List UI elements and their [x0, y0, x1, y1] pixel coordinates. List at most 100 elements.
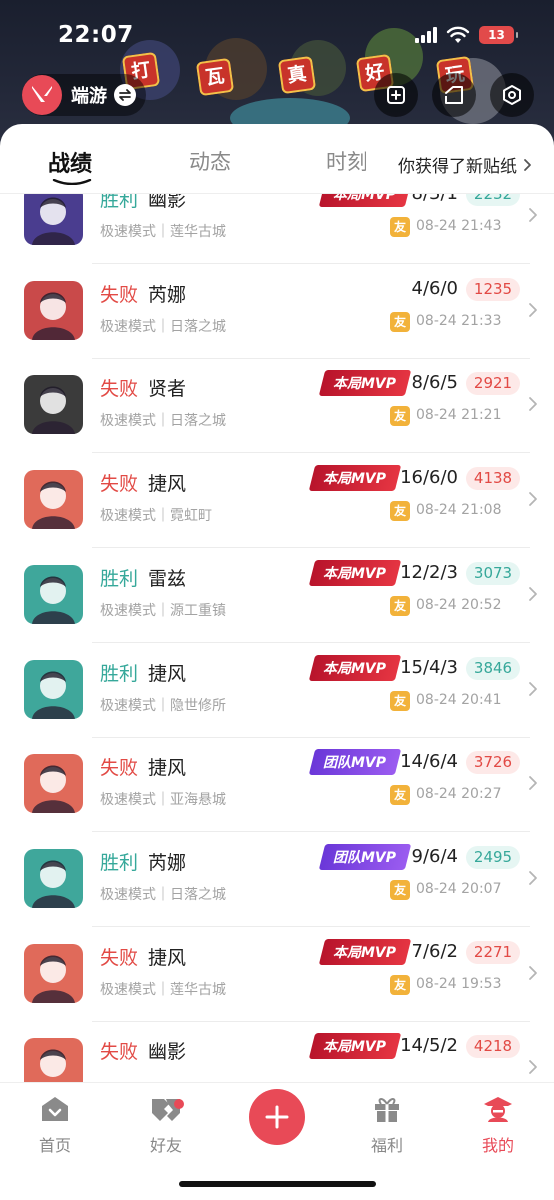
team-mvp-badge: 团队MVP [318, 843, 412, 870]
match-mode-map: 极速模式｜莲华古城 [100, 981, 226, 998]
share-button[interactable] [432, 73, 476, 117]
nav-profile[interactable]: 我的 [468, 1095, 528, 1156]
kda-stat: 14/6/4 [400, 751, 458, 773]
mvp-label: 本局MVP [323, 471, 387, 488]
tab-feed[interactable]: 动态 [189, 146, 231, 176]
chevron-right-icon [529, 776, 537, 791]
match-time: 08-24 21:08 [416, 502, 502, 519]
match-row[interactable]: 失败 幽影 本局MVP 14/5/2 4218 [0, 1022, 554, 1082]
match-mvp-badge: 本局MVP [318, 938, 412, 965]
match-row[interactable]: 失败 捷风 极速模式｜霓虹町 本局MVP 16/6/0 4138 友 08-24 21:08 [0, 454, 554, 549]
nav-profile-label: 我的 [481, 1136, 514, 1155]
match-mode-map: 极速模式｜亚海悬城 [100, 792, 226, 809]
match-mvp-badge: 本局MVP [308, 465, 402, 492]
valorant-logo-icon [22, 75, 62, 115]
agent-avatar [24, 848, 83, 908]
friend-badge: 友 [390, 879, 410, 900]
mvp-label: 本局MVP [323, 1039, 387, 1056]
match-result: 失败 [100, 946, 139, 969]
tab-match-history[interactable]: 战绩 [48, 146, 92, 178]
friend-badge: 友 [390, 785, 410, 806]
agent-avatar [24, 659, 83, 719]
team-mvp-badge: 团队MVP [308, 749, 402, 776]
match-result: 失败 [100, 757, 139, 780]
cellular-signal-icon [415, 27, 437, 43]
match-time: 08-24 21:33 [416, 312, 502, 329]
settings-hexagon-icon [503, 85, 521, 105]
agent-name: 幽影 [148, 194, 187, 211]
create-button[interactable] [249, 1089, 305, 1145]
match-mvp-badge: 本局MVP [308, 654, 402, 681]
match-result: 胜利 [100, 194, 139, 211]
sticker-notice[interactable]: 你获得了新贴纸 [398, 152, 532, 177]
match-result: 胜利 [100, 851, 139, 874]
match-time: 08-24 20:52 [416, 596, 502, 613]
status-time: 22:07 [58, 22, 134, 48]
nav-rewards-label: 福利 [370, 1136, 403, 1155]
game-switcher[interactable]: 端游 [22, 74, 146, 116]
match-time: 08-24 21:21 [416, 407, 502, 424]
match-mode-map: 极速模式｜日落之城 [100, 318, 226, 335]
banner-tag: 瓦 [195, 57, 235, 97]
banner-tag: 真 [277, 55, 317, 95]
match-row[interactable]: 失败 捷风 极速模式｜莲华古城 本局MVP 7/6/2 2271 友 08-24 19:53 [0, 928, 554, 1022]
kda-stat: 12/2/3 [400, 561, 458, 583]
chevron-right-icon [529, 397, 537, 412]
tab-active-indicator [52, 179, 92, 185]
wifi-icon [446, 26, 470, 43]
match-time: 08-24 20:41 [416, 691, 502, 708]
match-score: 2271 [466, 940, 520, 964]
chevron-right-icon [529, 302, 537, 317]
settings-button[interactable] [490, 73, 534, 117]
match-score: 3846 [466, 656, 520, 680]
match-row[interactable]: 失败 芮娜 极速模式｜日落之城 4/6/0 1235 友 08-24 21:33 [0, 265, 554, 359]
nav-home[interactable]: 首页 [25, 1095, 85, 1156]
nav-rewards[interactable]: 福利 [357, 1095, 417, 1156]
chevron-right-icon [529, 208, 537, 222]
match-score: 2495 [466, 845, 520, 869]
match-time: 08-24 19:53 [416, 975, 502, 992]
match-mode-map: 极速模式｜日落之城 [100, 413, 226, 430]
match-mvp-badge: 本局MVP [318, 194, 412, 207]
mvp-label: 本局MVP [323, 660, 387, 677]
notification-dot [174, 1099, 184, 1109]
kda-stat: 9/6/4 [411, 845, 459, 867]
match-result: 胜利 [100, 567, 139, 590]
match-score: 2232 [466, 194, 520, 206]
match-row[interactable]: 胜利幽影极速模式｜莲华古城 本局MVP 8/3/1 2232 友 08-24 21:43 [0, 194, 554, 264]
add-moment-button[interactable] [374, 73, 418, 117]
agent-name: 捷风 [148, 757, 187, 780]
add-square-icon [387, 86, 405, 104]
mvp-label: 本局MVP [333, 376, 397, 393]
agent-avatar [24, 194, 83, 245]
match-row[interactable]: 失败 贤者 极速模式｜日落之城 本局MVP 8/6/5 2921 友 08-24 21:21 [0, 359, 554, 454]
kda-stat: 14/5/2 [400, 1035, 458, 1057]
agent-name: 捷风 [148, 946, 187, 969]
kda-stat: 8/6/5 [411, 372, 459, 394]
friend-badge: 友 [390, 501, 410, 522]
chevron-right-icon [529, 586, 537, 601]
agent-name: 捷风 [148, 473, 187, 496]
match-row[interactable]: 失败 捷风极速模式｜亚海悬城 团队MVP 14/6/4 3726 友 08-24 20:27 [0, 738, 554, 833]
share-icon [445, 86, 463, 104]
agent-avatar [24, 754, 83, 814]
agent-name: 芮娜 [148, 283, 187, 306]
match-row[interactable]: 胜利 雷兹 极速模式｜源工重镇 本局MVP 12/2/3 3073 友 08-24 20:52 [0, 549, 554, 643]
match-time: 08-24 20:27 [416, 786, 502, 803]
match-score: 3726 [466, 751, 520, 775]
nav-home-label: 首页 [38, 1136, 71, 1155]
nav-friends[interactable]: 好友 [136, 1095, 196, 1156]
match-result: 失败 [100, 1041, 139, 1064]
agent-avatar [24, 470, 83, 530]
brand-name: 端游 [71, 86, 107, 107]
tab-moments[interactable]: 时刻 [326, 146, 366, 176]
match-time: 08-24 20:07 [416, 880, 502, 897]
sticker-notice-text: 你获得了新贴纸 [398, 157, 517, 177]
agent-name: 雷兹 [148, 567, 187, 590]
agent-name: 芮娜 [148, 851, 187, 874]
match-row[interactable]: 胜利 捷风 极速模式｜隐世修所 本局MVP 15/4/3 3846 友 08-24 20:41 [0, 644, 554, 738]
nav-friends-label: 好友 [149, 1136, 182, 1155]
match-row[interactable]: 胜利 芮娜 极速模式｜日落之城 团队MVP 9/6/4 2495 友 08-24 20:07 [0, 833, 554, 927]
kda-stat: 16/6/0 [400, 467, 458, 489]
match-score: 3073 [466, 561, 520, 585]
